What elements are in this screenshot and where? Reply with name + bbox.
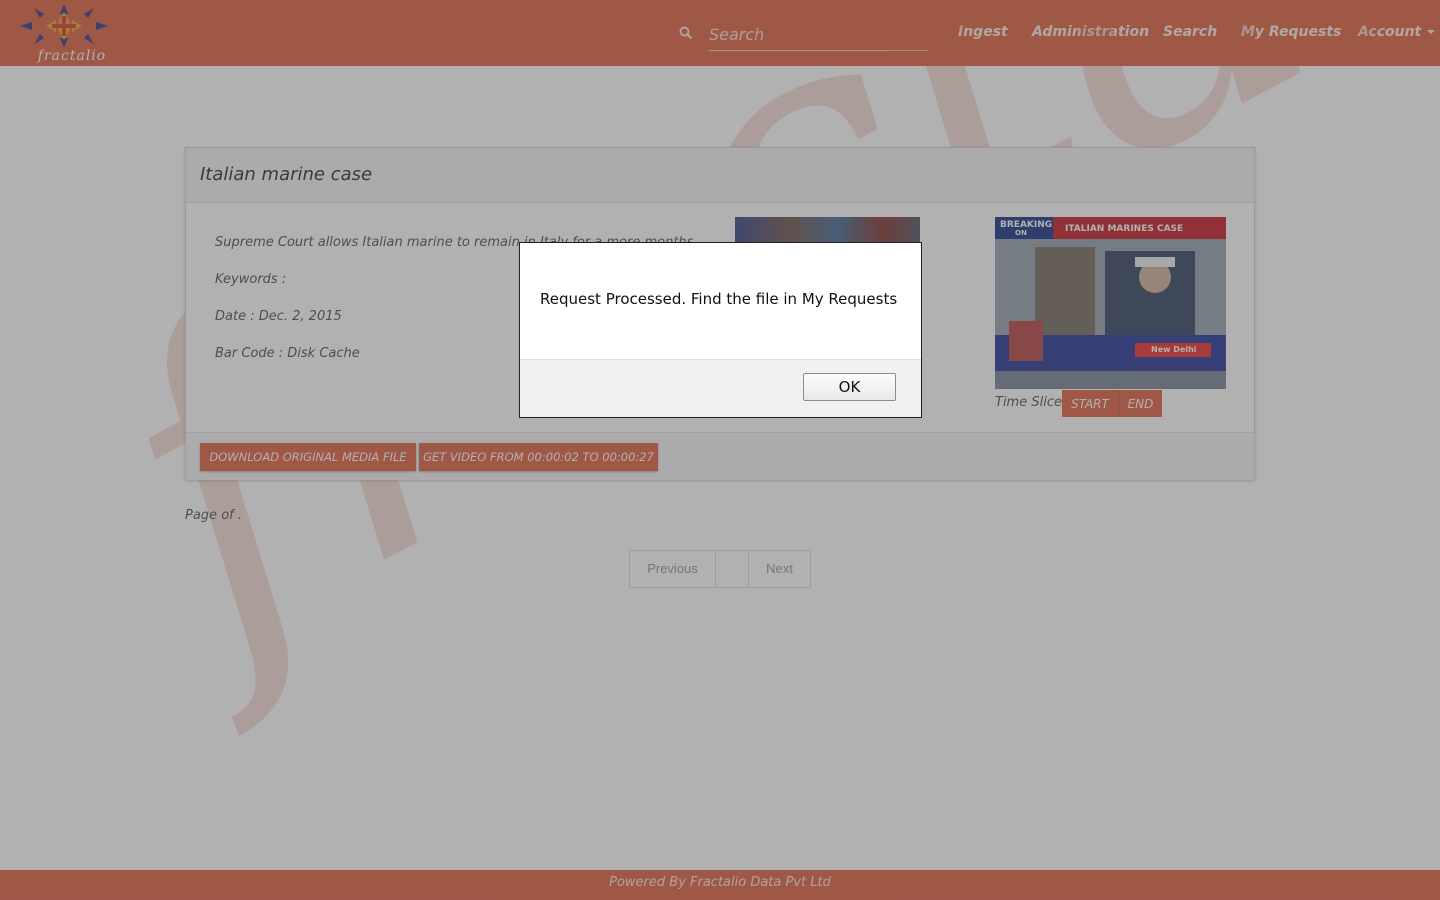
ok-button[interactable]: OK bbox=[803, 373, 896, 401]
alert-dialog: Request Processed. Find the file in My R… bbox=[519, 242, 922, 418]
modal-overlay[interactable] bbox=[0, 0, 1440, 900]
dialog-message: Request Processed. Find the file in My R… bbox=[540, 290, 898, 308]
dialog-footer: OK bbox=[520, 359, 921, 417]
